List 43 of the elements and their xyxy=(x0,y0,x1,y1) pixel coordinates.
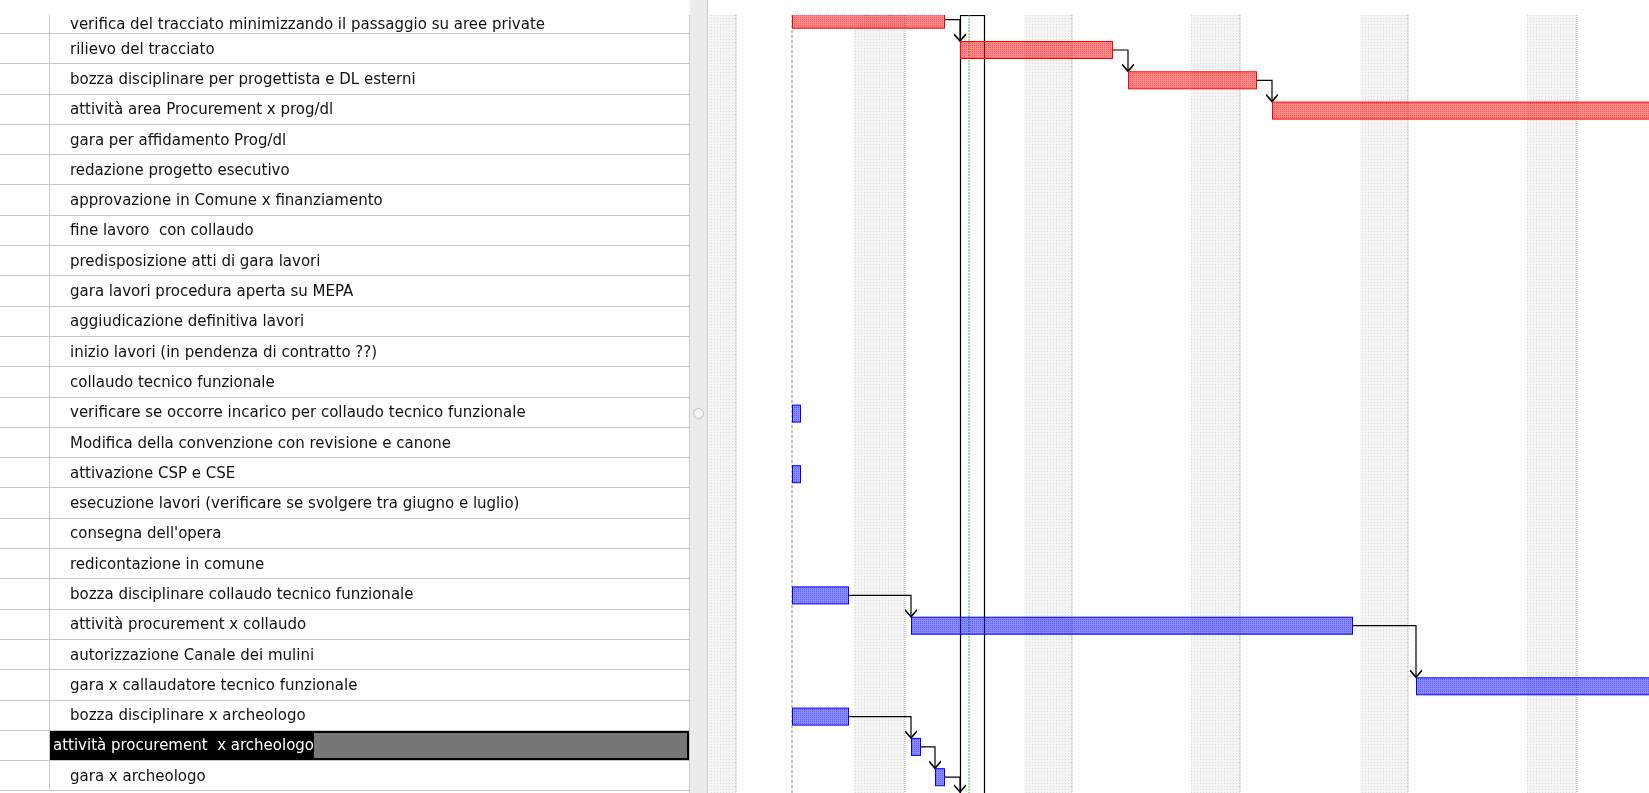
task-name[interactable]: rilievo del tracciato xyxy=(50,34,689,64)
task-name[interactable]: attività area Procurement x prog/dl xyxy=(50,94,689,124)
dependency-arrow xyxy=(847,594,918,618)
task-name[interactable]: attivazione CSP e CSE xyxy=(50,458,689,488)
task-name[interactable]: gara lavori procedura aperta su MEPA xyxy=(50,276,689,306)
task-name[interactable]: gara x archeologo xyxy=(50,761,689,791)
task-name[interactable]: attività procurement x collaudo xyxy=(50,609,689,639)
task-name[interactable]: bozza disciplinare per progettista e DL esterni xyxy=(50,64,689,94)
dependency-arrow xyxy=(1255,79,1279,103)
task-name[interactable]: fine lavoro con collaudo xyxy=(50,215,689,246)
task-name[interactable]: redicontazione in comune xyxy=(50,549,689,579)
task-bar[interactable] xyxy=(792,586,849,605)
task-bar[interactable] xyxy=(1416,677,1649,696)
task-name[interactable]: attività procurement x archeologo xyxy=(50,730,689,761)
task-name[interactable]: Modifica della convenzione con revisione e canone xyxy=(50,427,689,458)
task-bar[interactable] xyxy=(792,465,801,484)
task-bar[interactable] xyxy=(792,707,849,726)
task-bar[interactable] xyxy=(911,616,1353,635)
dependency-arrow xyxy=(943,19,967,42)
task-name[interactable]: bozza disciplinare x archeologo xyxy=(50,700,689,730)
task-name[interactable]: verifica del tracciato minimizzando il passaggio su aree private xyxy=(50,15,689,33)
task-name[interactable]: inizio lavori (in pendenza di contratto ??) xyxy=(50,336,689,367)
task-name[interactable]: approvazione in Comune x finanziamento xyxy=(50,185,689,215)
task-name[interactable]: collaudo tecnico funzionale xyxy=(50,367,689,397)
task-name[interactable]: gara per affidamento Prog/dl xyxy=(50,124,689,155)
task-name[interactable]: verificare se occorre incarico per collaudo tecnico funzionale xyxy=(50,397,689,427)
task-name[interactable]: esecuzione lavori (verificare se svolgere tra giugno e luglio) xyxy=(50,488,689,518)
task-bar[interactable] xyxy=(911,737,921,756)
scroll-thumb[interactable] xyxy=(693,408,704,419)
task-name[interactable]: autorizzazione Canale dei mulini xyxy=(50,639,689,670)
task-name[interactable]: redazione progetto esecutivo xyxy=(50,155,689,185)
dependency-arrow xyxy=(1111,49,1135,73)
dependency-arrow xyxy=(919,746,942,769)
task-name[interactable]: predisposizione atti di gara lavori xyxy=(50,246,689,276)
task-bar[interactable] xyxy=(935,768,945,787)
dependency-arrow xyxy=(943,776,967,793)
task-name[interactable]: gara x callaudatore tecnico funzionale xyxy=(50,670,689,700)
dependency-arrow xyxy=(847,716,918,739)
task-name[interactable]: aggiudicazione definitiva lavori xyxy=(50,306,689,336)
dependency-arrow xyxy=(1351,625,1423,679)
task-bar[interactable] xyxy=(792,404,801,423)
task-name[interactable]: bozza disciplinare collaudo tecnico funzionale xyxy=(50,579,689,609)
task-name[interactable]: consegna dell'opera xyxy=(50,518,689,549)
